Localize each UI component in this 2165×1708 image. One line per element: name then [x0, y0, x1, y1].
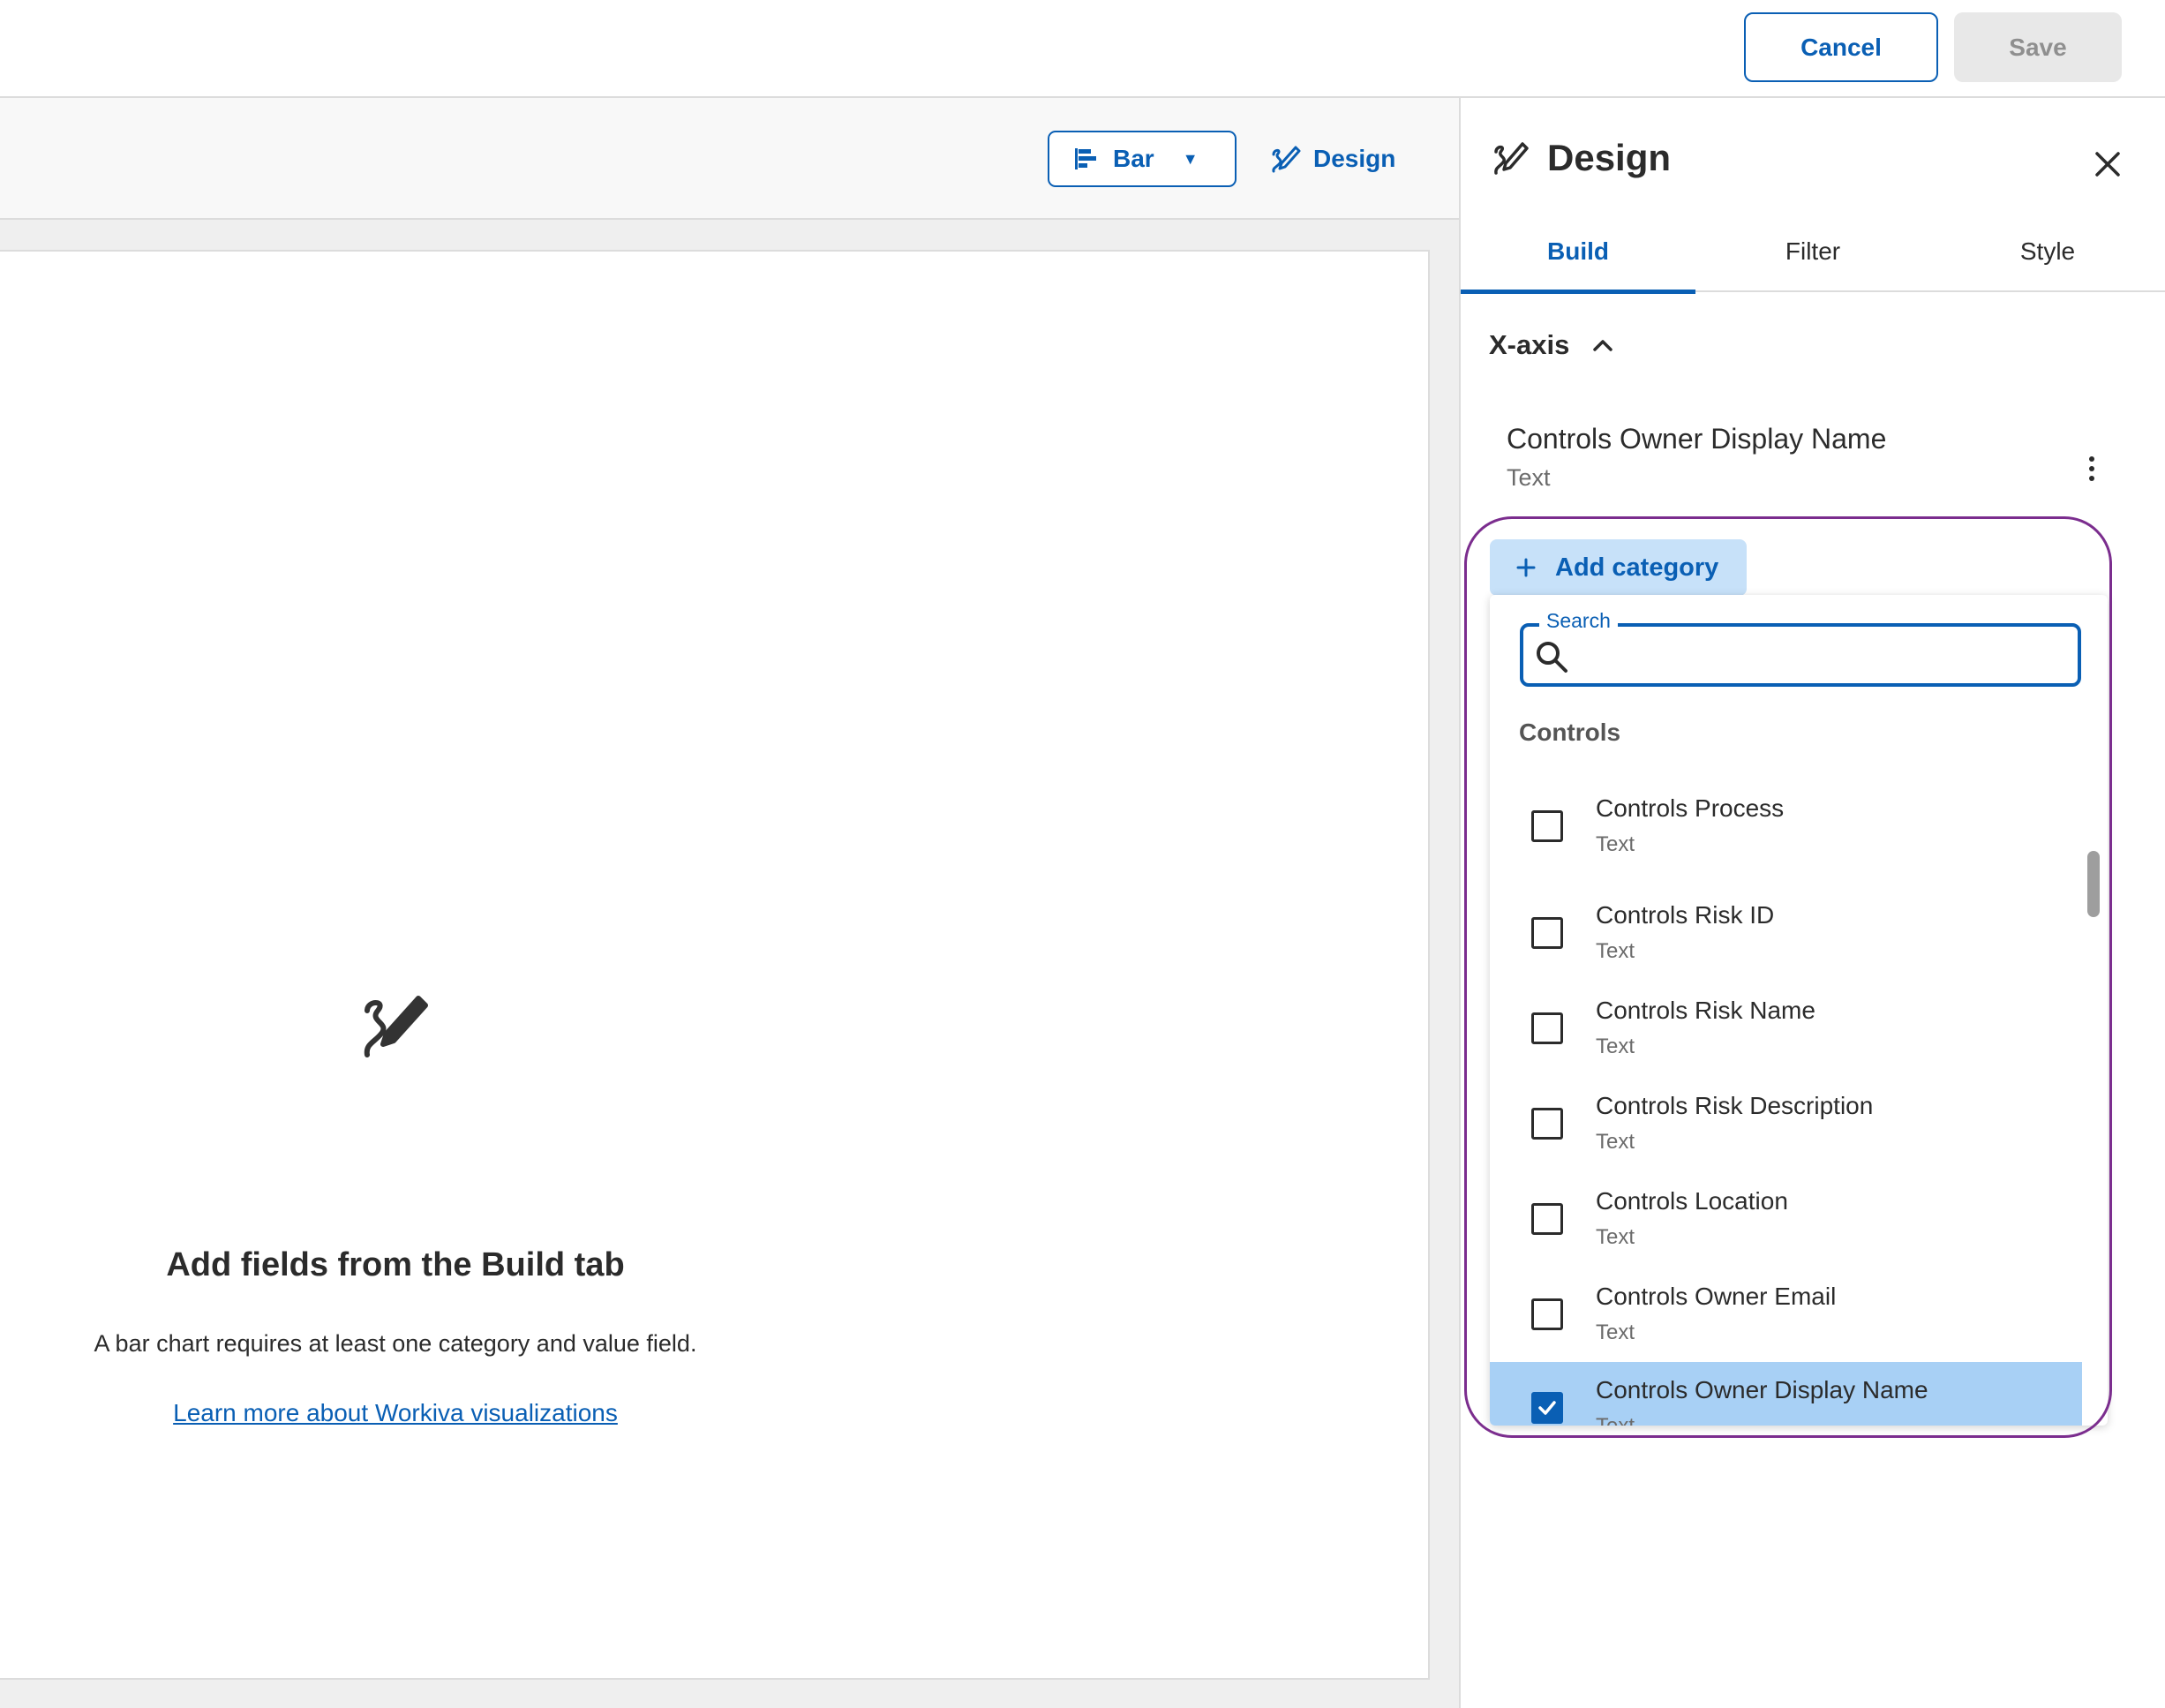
option-name: Controls Location: [1596, 1187, 1788, 1215]
option-controls-risk-description[interactable]: Controls Risk Description Text: [1490, 1078, 2082, 1173]
xaxis-label: X-axis: [1489, 329, 1570, 360]
option-type: Text: [1596, 1035, 1635, 1058]
design-button-label: Design: [1313, 145, 1396, 172]
design-pencil-icon: [364, 996, 428, 1057]
chart-type-dropdown[interactable]: Bar ▼: [1048, 131, 1237, 187]
option-type: Text: [1596, 832, 1635, 856]
panel-tabs: Build Filter Style: [1461, 230, 2165, 294]
xaxis-field-name: Controls Owner Display Name: [1507, 423, 1887, 455]
plus-icon: [1516, 558, 1536, 577]
option-type: Text: [1596, 1321, 1635, 1344]
top-bar: Cancel Save: [0, 0, 2165, 98]
option-controls-owner-email[interactable]: Controls Owner Email Text: [1490, 1268, 2082, 1364]
option-controls-location[interactable]: Controls Location Text: [1490, 1173, 2082, 1268]
dropdown-scrollbar[interactable]: [2087, 851, 2100, 917]
option-type: Text: [1596, 1130, 1635, 1154]
canvas-toolbar: Bar ▼ Design: [0, 98, 1459, 220]
option-group-label: Controls: [1519, 719, 1621, 746]
chevron-up-icon: [1593, 340, 1613, 351]
close-panel-button[interactable]: [2086, 142, 2130, 186]
design-panel: Design Build Filter Style X-axis Control…: [1459, 98, 2165, 1708]
add-category-label: Add category: [1555, 553, 1719, 582]
category-dropdown: Search Controls Controls Process Text Co…: [1490, 595, 2108, 1426]
design-pencil-icon: [1272, 146, 1301, 173]
checkbox[interactable]: [1531, 1012, 1563, 1044]
option-controls-process[interactable]: Controls Process Text: [1490, 780, 2082, 876]
tab-build[interactable]: Build: [1461, 230, 1695, 294]
option-name: Controls Risk ID: [1596, 901, 1775, 929]
save-button[interactable]: Save: [1954, 12, 2122, 82]
option-name: Controls Risk Description: [1596, 1092, 1874, 1119]
checkbox-checked[interactable]: [1531, 1392, 1563, 1424]
checkbox[interactable]: [1531, 917, 1563, 949]
empty-state-title: Add fields from the Build tab: [166, 1246, 625, 1283]
bar-chart-icon: [1075, 148, 1096, 169]
empty-state-description: A bar chart requires at least one catego…: [94, 1330, 697, 1357]
option-controls-risk-name[interactable]: Controls Risk Name Text: [1490, 982, 2082, 1078]
design-button[interactable]: Design: [1271, 131, 1395, 187]
checkbox[interactable]: [1531, 1108, 1563, 1140]
learn-more-link[interactable]: Learn more about Workiva visualizations: [0, 1399, 791, 1427]
option-controls-risk-id[interactable]: Controls Risk ID Text: [1490, 887, 2082, 982]
chart-canvas: Add fields from the Build tab A bar char…: [0, 250, 1430, 1680]
design-pencil-icon: [1494, 142, 1529, 175]
tab-filter[interactable]: Filter: [1695, 230, 1930, 292]
checkbox[interactable]: [1531, 810, 1563, 842]
xaxis-field: Controls Owner Display Name Text: [1507, 423, 1886, 492]
option-controls-owner-display-name[interactable]: Controls Owner Display Name Text: [1490, 1362, 2082, 1426]
xaxis-section-toggle[interactable]: X-axis: [1489, 329, 1613, 361]
chart-type-label: Bar: [1113, 145, 1154, 172]
empty-state: Add fields from the Build tab A bar char…: [0, 252, 791, 1678]
panel-header: Design: [1492, 137, 1671, 179]
search-legend: Search: [1539, 609, 1618, 633]
option-name: Controls Process: [1596, 794, 1785, 822]
kebab-menu-icon[interactable]: [2079, 447, 2105, 491]
option-name: Controls Owner Display Name: [1596, 1376, 1928, 1403]
panel-title: Design: [1547, 137, 1672, 178]
option-type: Text: [1596, 939, 1635, 963]
checkbox[interactable]: [1531, 1203, 1563, 1235]
caret-down-icon: ▼: [1182, 149, 1199, 168]
xaxis-field-type: Text: [1507, 464, 1551, 491]
canvas-area: Bar ▼ Design Add fields from the Build t…: [0, 98, 1459, 1708]
cancel-button[interactable]: Cancel: [1744, 12, 1938, 82]
tab-style[interactable]: Style: [1930, 230, 2165, 292]
option-name: Controls Owner Email: [1596, 1283, 1837, 1310]
close-icon: [2095, 152, 2120, 177]
option-type: Text: [1596, 1225, 1635, 1249]
option-type: Text: [1596, 1414, 1635, 1426]
search-field[interactable]: Search: [1520, 609, 2081, 687]
checkmark-icon: [1538, 1401, 1556, 1415]
option-name: Controls Risk Name: [1596, 997, 1815, 1024]
checkbox[interactable]: [1531, 1298, 1563, 1330]
search-input[interactable]: [1576, 634, 2071, 678]
search-icon: [1537, 642, 1567, 673]
add-category-button[interactable]: Add category: [1490, 539, 1747, 596]
